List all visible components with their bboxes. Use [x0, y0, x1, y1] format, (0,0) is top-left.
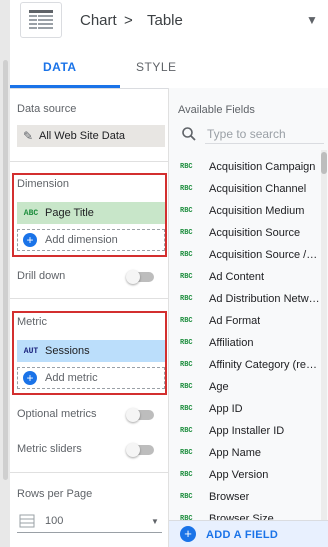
text-type-icon: RBC: [180, 493, 193, 501]
divider: [10, 298, 168, 299]
divider: [10, 472, 168, 473]
drill-down-toggle-knob[interactable]: [126, 270, 140, 284]
field-name: App Installer ID: [209, 425, 285, 437]
active-tab-indicator: [10, 85, 120, 88]
field-item[interactable]: RBC App Installer ID: [180, 420, 320, 442]
add-metric-button[interactable]: + Add metric: [17, 367, 165, 389]
field-item[interactable]: RBC Browser: [180, 486, 320, 508]
field-name: Acquisition Source: [209, 227, 301, 239]
rows-per-page-label: Rows per Page: [17, 488, 93, 500]
text-type-icon: RBC: [180, 361, 193, 369]
field-name: Ad Format: [209, 315, 261, 327]
rows-per-page-select[interactable]: [17, 510, 162, 533]
text-type-icon: RBC: [180, 383, 193, 391]
field-name: Acquisition Medium: [209, 205, 305, 217]
text-type-icon: RBC: [180, 273, 193, 281]
data-source-chip[interactable]: ✎ All Web Site Data: [17, 125, 165, 147]
tab-style[interactable]: STYLE: [136, 60, 177, 74]
text-type-icon: RBC: [180, 449, 193, 457]
breadcrumb-separator: >: [124, 12, 133, 29]
optional-metrics-toggle-knob[interactable]: [126, 408, 140, 422]
add-metric-label: Add metric: [45, 372, 98, 384]
text-type-icon: RBC: [180, 317, 193, 325]
field-item[interactable]: RBC Ad Format: [180, 310, 320, 332]
field-name: Acquisition Channel: [209, 183, 307, 195]
fields-scrollbar-thumb[interactable]: [321, 152, 327, 174]
add-icon: +: [23, 371, 37, 385]
field-search-input[interactable]: [205, 125, 324, 144]
field-item[interactable]: RBC Affinity Category (reac...: [180, 354, 320, 376]
rows-per-page-value: 100: [45, 515, 64, 527]
table-rows-icon: [19, 514, 35, 528]
field-item[interactable]: RBC App Version: [180, 464, 320, 486]
pencil-icon[interactable]: ✎: [17, 129, 39, 143]
data-source-name: All Web Site Data: [39, 130, 126, 142]
available-fields-title: Available Fields: [178, 104, 255, 116]
breadcrumb-table: Table: [147, 12, 183, 29]
metric-value: Sessions: [45, 345, 90, 357]
text-type-icon: RBC: [180, 163, 193, 171]
field-item[interactable]: RBC App ID: [180, 398, 320, 420]
field-item[interactable]: RBC Acquisition Source: [180, 222, 320, 244]
auto-type-icon: AUT: [23, 346, 39, 356]
add-dimension-button[interactable]: + Add dimension: [17, 229, 165, 251]
add-icon[interactable]: +: [180, 526, 196, 542]
metric-chip[interactable]: AUT Sessions: [17, 340, 165, 362]
field-name: Acquisition Source / M...: [209, 249, 320, 261]
field-item[interactable]: RBC Acquisition Campaign: [180, 156, 320, 178]
field-item[interactable]: RBC Age: [180, 376, 320, 398]
text-type-icon: RBC: [180, 427, 193, 435]
text-type-icon: RBC: [180, 405, 193, 413]
field-name: Affinity Category (reac...: [209, 359, 320, 371]
field-name: Affiliation: [209, 337, 254, 349]
text-type-icon: RBC: [180, 229, 193, 237]
add-icon: +: [23, 233, 37, 247]
field-item[interactable]: RBC Acquisition Source / M...: [180, 244, 320, 266]
data-source-label: Data source: [17, 103, 77, 115]
drill-down-label: Drill down: [17, 270, 66, 282]
metric-label: Metric: [17, 316, 47, 328]
left-scrollbar-thumb[interactable]: [3, 60, 8, 480]
text-type-icon: RBC: [180, 185, 193, 193]
field-name: App ID: [209, 403, 243, 415]
field-name: Ad Content: [209, 271, 265, 283]
table-chart-icon[interactable]: [20, 2, 62, 38]
field-list: RBC Acquisition Campaign RBC Acquisition C…: [180, 156, 320, 530]
field-item[interactable]: RBC Ad Content: [180, 266, 320, 288]
field-item[interactable]: RBC Acquisition Channel: [180, 178, 320, 200]
dimension-label: Dimension: [17, 178, 69, 190]
fields-scrollbar[interactable]: [321, 150, 327, 520]
add-field-label[interactable]: ADD A FIELD: [206, 529, 278, 541]
field-name: App Version: [209, 469, 269, 481]
dimension-chip[interactable]: ABC Page Title: [17, 202, 165, 224]
caret-down-icon[interactable]: ▼: [151, 517, 159, 526]
text-type-icon: RBC: [180, 295, 193, 303]
field-name: Ad Distribution Netwo...: [209, 293, 320, 305]
text-type-icon: ABC: [23, 208, 39, 218]
field-name: Browser: [209, 491, 250, 503]
text-type-icon: RBC: [180, 207, 193, 215]
field-name: Acquisition Campaign: [209, 161, 316, 173]
divider: [10, 161, 168, 162]
metric-sliders-toggle-knob[interactable]: [126, 443, 140, 457]
field-item[interactable]: RBC Affiliation: [180, 332, 320, 354]
metric-sliders-label: Metric sliders: [17, 443, 82, 455]
field-name: App Name: [209, 447, 261, 459]
optional-metrics-label: Optional metrics: [17, 408, 97, 420]
text-type-icon: RBC: [180, 251, 193, 259]
search-icon: [182, 127, 196, 141]
add-dimension-label: Add dimension: [45, 234, 118, 246]
field-item[interactable]: RBC App Name: [180, 442, 320, 464]
field-item[interactable]: RBC Ad Distribution Netwo...: [180, 288, 320, 310]
dimension-value: Page Title: [45, 207, 94, 219]
field-item[interactable]: RBC Acquisition Medium: [180, 200, 320, 222]
text-type-icon: RBC: [180, 339, 193, 347]
text-type-icon: RBC: [180, 471, 193, 479]
breadcrumb-chart: Chart: [80, 12, 117, 29]
chevron-down-icon[interactable]: ▼: [306, 13, 318, 27]
tab-data[interactable]: DATA: [43, 60, 77, 74]
field-name: Age: [209, 381, 229, 393]
